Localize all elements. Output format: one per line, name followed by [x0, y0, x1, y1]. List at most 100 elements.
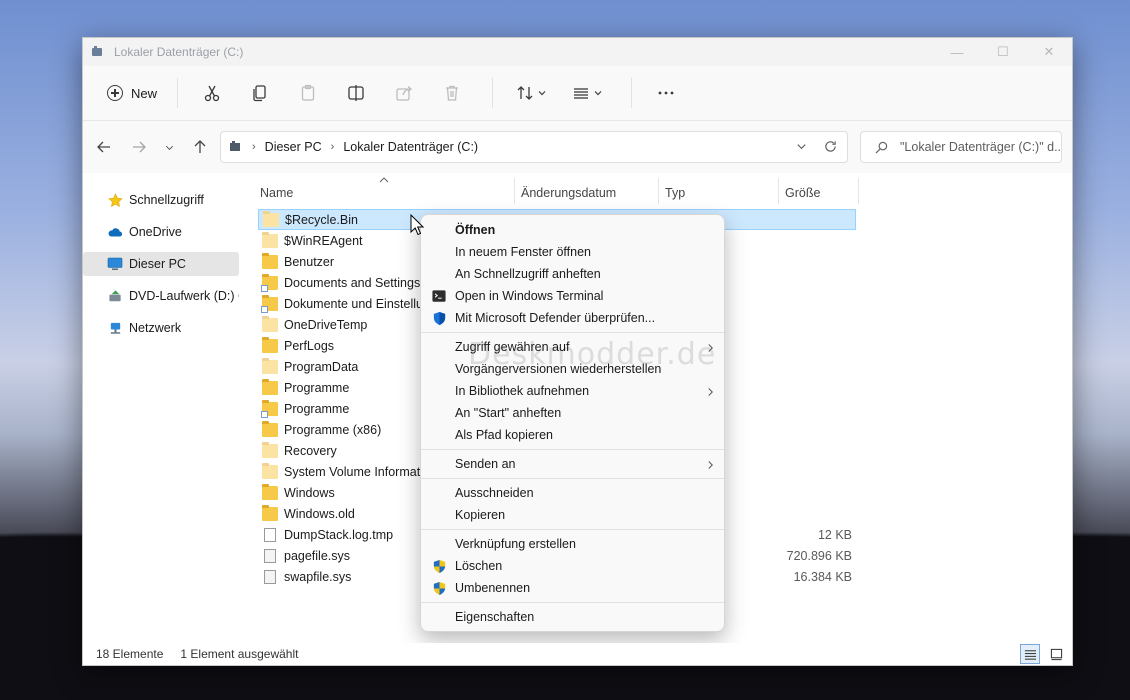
toolbar-separator — [631, 78, 633, 108]
file-name: $Recycle.Bin — [285, 212, 358, 227]
new-button[interactable]: New — [103, 76, 161, 110]
forward-button[interactable] — [121, 131, 156, 163]
folder-icon — [263, 210, 279, 227]
copy-button[interactable] — [236, 76, 284, 110]
menu-item-label: Umbenennen — [455, 581, 531, 595]
menu-item-label: Senden an — [455, 457, 516, 471]
folder-icon — [262, 231, 278, 248]
menu-item-zugriff-gewähren-auf[interactable]: Zugriff gewähren auf — [421, 336, 724, 358]
cut-icon — [204, 85, 220, 102]
cut-button[interactable] — [188, 76, 236, 110]
file-name: Documents and Settings — [284, 275, 421, 290]
details-view-button[interactable] — [1020, 644, 1040, 664]
file-name: $WinREAgent — [284, 233, 363, 248]
chevron-down-icon — [165, 145, 173, 150]
menu-item-öffnen[interactable]: Öffnen — [421, 219, 724, 241]
more-options-button[interactable] — [642, 76, 690, 110]
arrow-right-icon — [132, 141, 146, 153]
file-name: Windows.old — [284, 506, 355, 521]
share-icon — [396, 86, 413, 101]
sidebar-item-label: Dieser PC — [129, 257, 186, 271]
address-bar[interactable]: › Dieser PC › Lokaler Datenträger (C:) — [220, 131, 848, 163]
menu-item-löschen[interactable]: Löschen — [421, 555, 724, 577]
paste-button[interactable] — [284, 76, 332, 110]
selection-count: 1 Element ausgewählt — [180, 647, 299, 661]
drive-icon — [92, 46, 106, 58]
shortcut-arrow-icon — [261, 284, 268, 292]
column-header-size[interactable]: Größe — [785, 182, 820, 204]
menu-item-kopieren[interactable]: Kopieren — [421, 504, 724, 526]
sidebar-item-label: Schnellzugriff — [129, 193, 204, 207]
chevron-right-icon — [707, 342, 714, 356]
file-size: 720.896 KB — [786, 548, 852, 563]
window-controls: — ☐ ✕ — [934, 38, 1072, 66]
sidebar-item-quick-access[interactable]: Schnellzugriff — [83, 188, 239, 212]
menu-item-open-in-windows-terminal[interactable]: Open in Windows Terminal — [421, 285, 724, 307]
recent-locations-button[interactable] — [156, 131, 182, 163]
close-button[interactable]: ✕ — [1026, 38, 1072, 66]
folder-shortcut-icon — [261, 294, 278, 313]
share-button[interactable] — [380, 76, 428, 110]
search-box[interactable]: "Lokaler Datenträger (C:)" d... — [860, 131, 1062, 163]
column-header-name[interactable]: Name — [260, 182, 293, 204]
back-button[interactable] — [86, 131, 121, 163]
column-header-date[interactable]: Änderungsdatum — [521, 182, 616, 204]
menu-item-label: Eigenschaften — [455, 610, 535, 624]
breadcrumb-local-disk[interactable]: Lokaler Datenträger (C:) — [343, 140, 478, 154]
folder-shortcut-icon — [261, 273, 278, 292]
sidebar-item-onedrive[interactable]: OneDrive — [83, 220, 239, 244]
chevron-right-icon — [707, 459, 714, 473]
rename-button[interactable] — [332, 76, 380, 110]
shortcut-arrow-icon — [261, 410, 268, 418]
menu-item-vorgängerversionen-wiederherstellen[interactable]: Vorgängerversionen wiederherstellen — [421, 358, 724, 380]
sort-icon — [517, 86, 533, 100]
view-icon — [574, 88, 589, 99]
breadcrumb-this-pc[interactable]: Dieser PC — [265, 140, 322, 154]
menu-item-umbenennen[interactable]: Umbenennen — [421, 577, 724, 599]
column-divider[interactable] — [858, 178, 859, 204]
sort-ascending-icon — [379, 173, 389, 187]
menu-item-label: Mit Microsoft Defender überprüfen... — [455, 311, 656, 325]
sidebar-item-this-pc[interactable]: Dieser PC — [83, 252, 239, 276]
menu-item-label: Zugriff gewähren auf — [455, 340, 570, 354]
menu-item-label: Löschen — [455, 559, 503, 573]
menu-item-als-pfad-kopieren[interactable]: Als Pfad kopieren — [421, 424, 724, 446]
menu-item-mit-microsoft-defender-überprüfen[interactable]: Mit Microsoft Defender überprüfen... — [421, 307, 724, 329]
delete-button[interactable] — [428, 76, 476, 110]
menu-item-ausschneiden[interactable]: Ausschneiden — [421, 482, 724, 504]
column-divider[interactable] — [514, 178, 515, 204]
sidebar-item-dvd-drive[interactable]: DVD-Laufwerk (D:) CC — [83, 284, 239, 308]
status-bar: 18 Elemente 1 Element ausgewählt — [83, 643, 1072, 665]
command-bar: New — [83, 66, 1072, 121]
column-header-type[interactable]: Typ — [665, 182, 685, 204]
menu-item-verknüpfung-erstellen[interactable]: Verknüpfung erstellen — [421, 533, 724, 555]
menu-item-an-schnellzugriff-anheften[interactable]: An Schnellzugriff anheften — [421, 263, 724, 285]
menu-item-senden-an[interactable]: Senden an — [421, 453, 724, 475]
tiles-view-button[interactable] — [1046, 644, 1066, 664]
title-bar[interactable]: Lokaler Datenträger (C:) — ☐ ✕ — [83, 38, 1072, 66]
column-divider[interactable] — [658, 178, 659, 204]
system-file-icon — [264, 548, 276, 563]
folder-icon — [262, 441, 278, 458]
minimize-button[interactable]: — — [934, 38, 980, 66]
refresh-icon[interactable] — [824, 140, 837, 156]
sidebar-item-network[interactable]: Netzwerk — [83, 316, 239, 340]
menu-item-eigenschaften[interactable]: Eigenschaften — [421, 606, 724, 628]
menu-item-in-neuem-fenster-öffnen[interactable]: In neuem Fenster öffnen — [421, 241, 724, 263]
column-divider[interactable] — [778, 178, 779, 204]
view-button[interactable] — [559, 76, 615, 110]
sort-button[interactable] — [503, 76, 559, 110]
search-icon — [875, 141, 888, 153]
menu-item-label: Verknüpfung erstellen — [455, 537, 576, 551]
address-history-chevron-icon[interactable] — [796, 141, 807, 155]
item-count: 18 Elemente — [96, 647, 164, 661]
menu-item-in-bibliothek-aufnehmen[interactable]: In Bibliothek aufnehmen — [421, 380, 724, 402]
copy-icon — [253, 85, 266, 102]
menu-separator — [421, 602, 724, 603]
details-view-icon — [1024, 649, 1036, 660]
menu-item-an-start-anheften[interactable]: An "Start" anheften — [421, 402, 724, 424]
maximize-button[interactable]: ☐ — [980, 38, 1026, 66]
file-name: Programme — [284, 380, 350, 395]
sidebar-item-label: Netzwerk — [129, 321, 182, 335]
up-button[interactable] — [182, 131, 217, 163]
